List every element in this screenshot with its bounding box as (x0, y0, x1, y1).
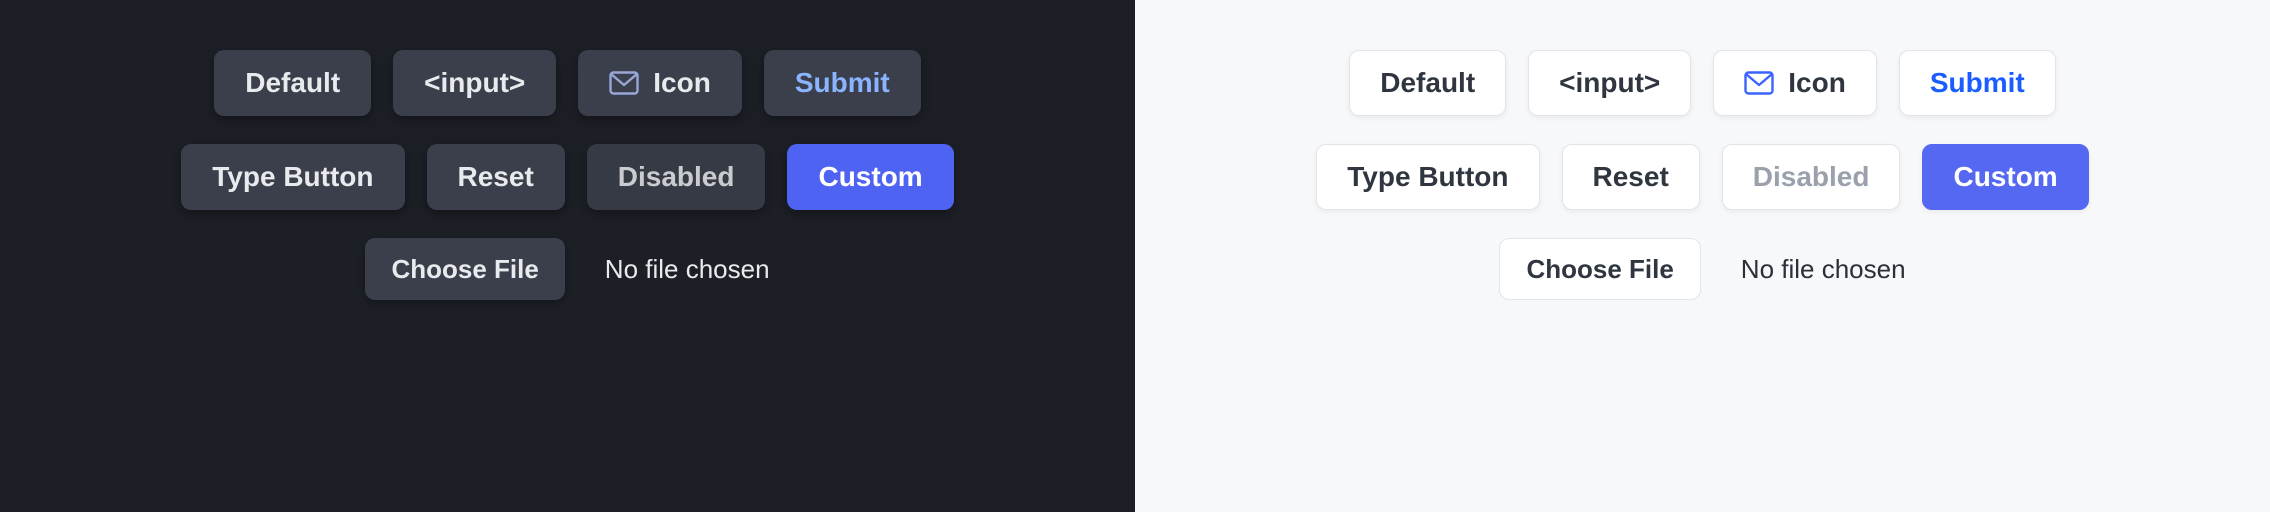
reset-button-label: Reset (458, 161, 534, 193)
submit-button-label: Submit (1930, 67, 2025, 99)
custom-button-label: Custom (818, 161, 922, 193)
file-status-text: No file chosen (1741, 254, 1906, 285)
button-row-2: Type Button Reset Disabled Custom (1180, 144, 2225, 210)
type-button[interactable]: Type Button (181, 144, 404, 210)
disabled-button: Disabled (1722, 144, 1901, 210)
file-row: Choose File No file chosen (1180, 238, 2225, 300)
mail-icon (1744, 71, 1774, 95)
choose-file-label: Choose File (391, 254, 538, 285)
button-row-2: Type Button Reset Disabled Custom (45, 144, 1090, 210)
submit-button-label: Submit (795, 67, 890, 99)
input-button-label: <input> (1559, 67, 1660, 99)
reset-button[interactable]: Reset (427, 144, 565, 210)
type-button[interactable]: Type Button (1316, 144, 1539, 210)
input-button-label: <input> (424, 67, 525, 99)
custom-button-label: Custom (1953, 161, 2057, 193)
submit-button[interactable]: Submit (1899, 50, 2056, 116)
icon-button[interactable]: Icon (1713, 50, 1877, 116)
disabled-button-label: Disabled (618, 161, 735, 193)
button-row-1: Default <input> Icon Submit (1180, 50, 2225, 116)
input-button[interactable]: <input> (393, 50, 556, 116)
type-button-label: Type Button (212, 161, 373, 193)
choose-file-button[interactable]: Choose File (1499, 238, 1700, 300)
file-row: Choose File No file chosen (45, 238, 1090, 300)
custom-button[interactable]: Custom (1922, 144, 2088, 210)
default-button[interactable]: Default (1349, 50, 1506, 116)
icon-button-label: Icon (653, 67, 711, 99)
reset-button-label: Reset (1593, 161, 1669, 193)
light-panel: Default <input> Icon Submit Type Button … (1135, 0, 2270, 512)
default-button-label: Default (1380, 67, 1475, 99)
mail-icon (609, 71, 639, 95)
choose-file-label: Choose File (1526, 254, 1673, 285)
disabled-button: Disabled (587, 144, 766, 210)
default-button-label: Default (245, 67, 340, 99)
icon-button-label: Icon (1788, 67, 1846, 99)
type-button-label: Type Button (1347, 161, 1508, 193)
default-button[interactable]: Default (214, 50, 371, 116)
button-row-1: Default <input> Icon Submit (45, 50, 1090, 116)
custom-button[interactable]: Custom (787, 144, 953, 210)
icon-button[interactable]: Icon (578, 50, 742, 116)
file-status-text: No file chosen (605, 254, 770, 285)
reset-button[interactable]: Reset (1562, 144, 1700, 210)
submit-button[interactable]: Submit (764, 50, 921, 116)
disabled-button-label: Disabled (1753, 161, 1870, 193)
input-button[interactable]: <input> (1528, 50, 1691, 116)
dark-panel: Default <input> Icon Submit Type Button … (0, 0, 1135, 512)
choose-file-button[interactable]: Choose File (365, 238, 564, 300)
